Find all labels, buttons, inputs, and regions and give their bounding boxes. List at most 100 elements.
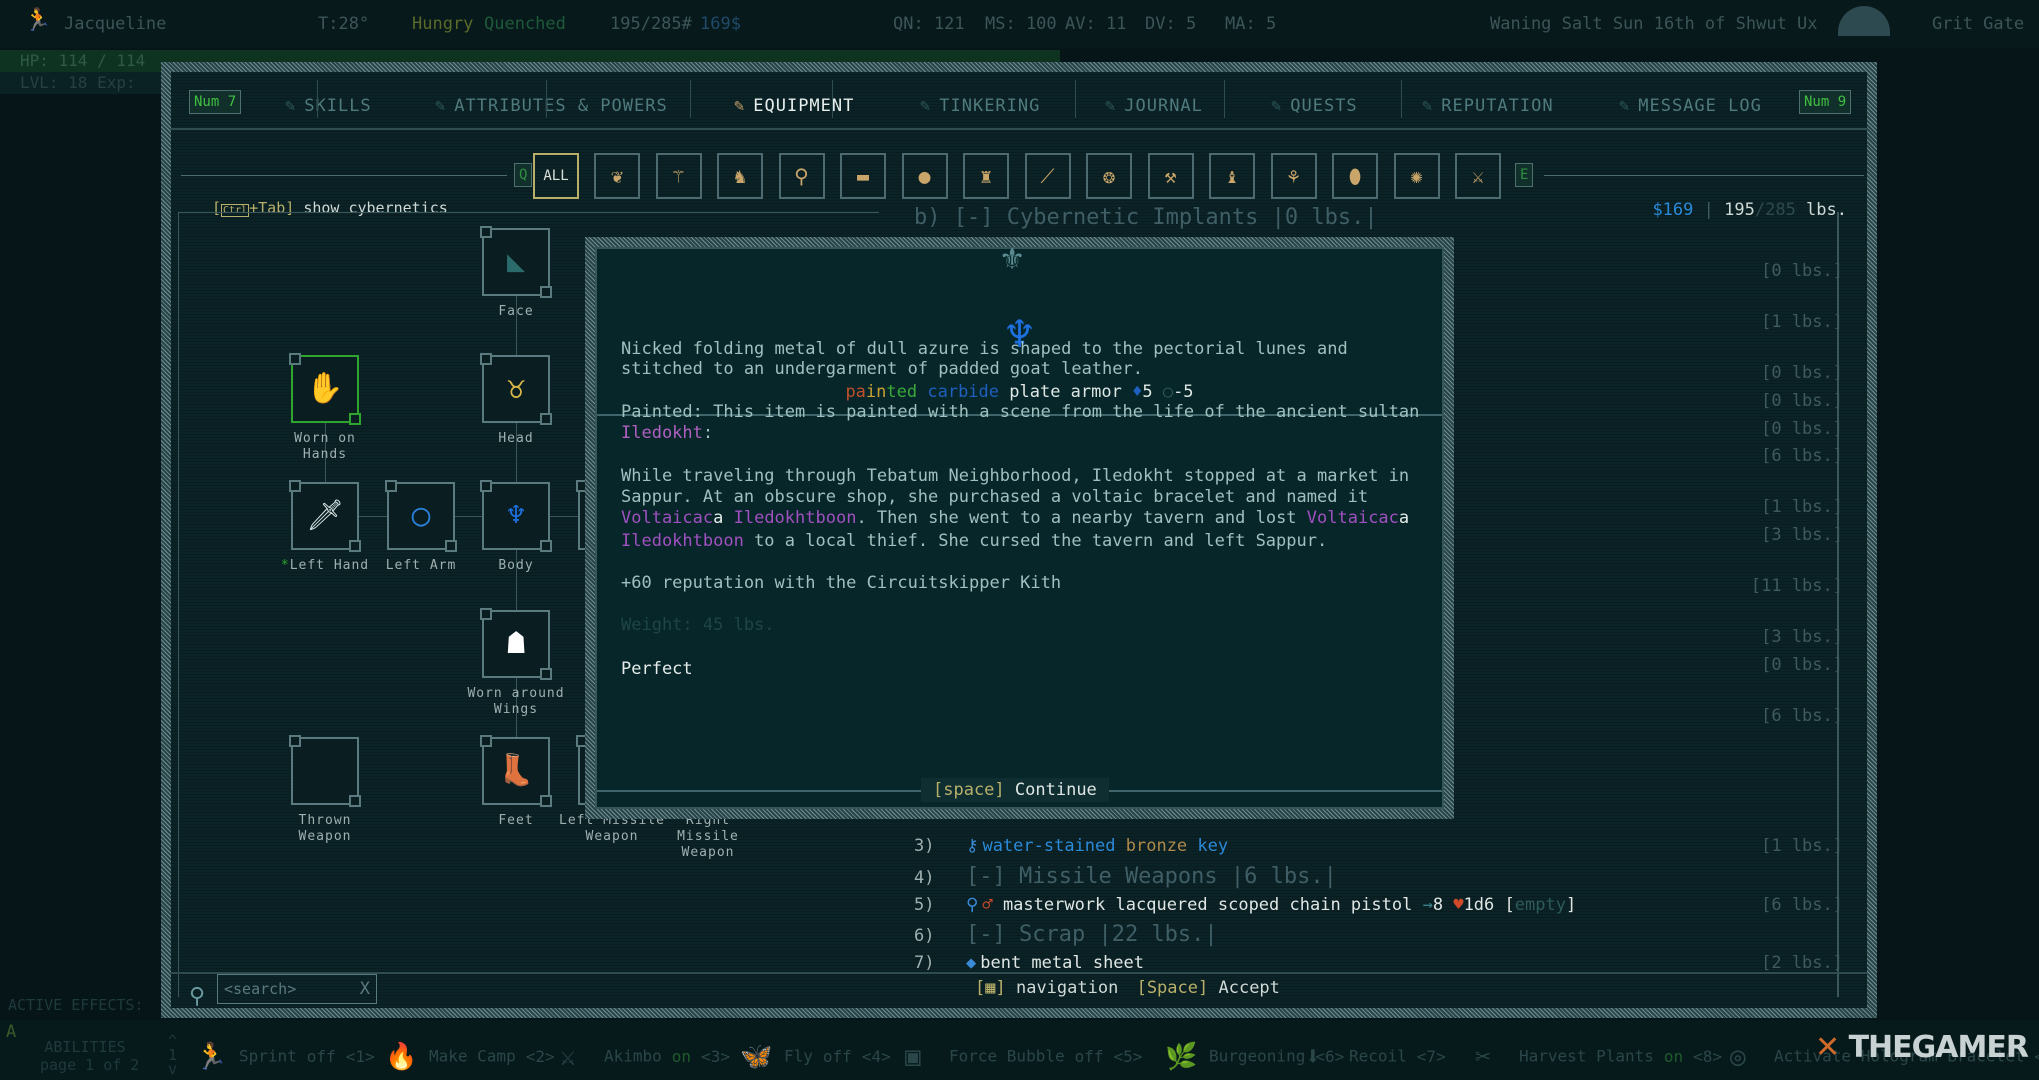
dpad-icon: [▦] xyxy=(975,978,1006,998)
ability-hotkey: <8> xyxy=(1693,1046,1723,1066)
slot-head[interactable]: ♉ xyxy=(480,353,552,425)
description-line: Nicked folding metal of dull azure is sh… xyxy=(621,339,1348,360)
category-cybernetic-implants[interactable]: b) [-] Cybernetic Implants |0 lbs.| xyxy=(914,206,1378,230)
slot-worn-on-hands[interactable]: ✋ xyxy=(289,353,361,425)
body-item-icon: ♆ xyxy=(506,498,526,533)
next-filter-key[interactable]: E xyxy=(1515,163,1534,187)
slot-label: Feet xyxy=(461,813,571,829)
navigation-hint: navigation xyxy=(1015,978,1119,998)
message-log-icon: ✎ xyxy=(1619,96,1631,116)
game-date: Waning Salt Sun 16th of Shwut Ux xyxy=(1490,14,1818,34)
tab-divider xyxy=(1401,80,1402,118)
filter-category-1-icon[interactable]: ❦ xyxy=(594,153,640,199)
slot-thrown-weapon[interactable] xyxy=(289,735,361,807)
filter-category-11-icon[interactable]: ♝ xyxy=(1209,153,1255,199)
inventory-item-row[interactable]: 3) ⚷ water-stained bronze key xyxy=(914,836,1228,856)
slot-connector xyxy=(455,516,482,517)
filter-category-2-icon[interactable]: ⚚ xyxy=(655,153,702,199)
tab-journal[interactable]: ✎ JOURNAL xyxy=(1105,96,1203,116)
tab-tinkering[interactable]: ✎ TINKERING xyxy=(920,96,1040,116)
tab-message-log[interactable]: ✎ MESSAGE LOG xyxy=(1619,96,1762,116)
slot-body[interactable]: ♆ xyxy=(480,480,552,552)
slot-connector xyxy=(359,516,387,517)
tab-quests[interactable]: ✎ QUESTS xyxy=(1271,96,1358,116)
filter-category-15-icon[interactable]: ⚔ xyxy=(1455,153,1501,199)
filter-category-3-icon[interactable]: ♞ xyxy=(717,153,763,199)
thirst-status: Quenched xyxy=(484,14,566,34)
continue-key: [space] xyxy=(933,780,1005,800)
filter-category-10-icon[interactable]: ⚒ xyxy=(1147,153,1194,199)
filter-category-9-icon[interactable]: ❂ xyxy=(1086,153,1132,199)
slot-left-hand[interactable]: 🗡 xyxy=(289,480,361,552)
left-hand-item-icon: 🗡 xyxy=(305,498,345,533)
accept-button[interactable]: Accept xyxy=(1218,978,1279,998)
slot-label-text: Feet xyxy=(498,813,534,828)
description-line: Weight: 45 lbs. xyxy=(621,615,775,636)
slot-worn-around-wings[interactable]: ☗ xyxy=(480,608,552,680)
key-icon: ⚷ xyxy=(966,836,979,856)
filter-category-12-icon[interactable]: ⚘ xyxy=(1270,153,1317,199)
description-text: While traveling through Tebatum Neighbor… xyxy=(621,466,1410,486)
ability-state: off xyxy=(1074,1046,1104,1066)
slot-feet[interactable]: 👢 xyxy=(480,735,552,807)
description-line: Painted: This item is painted with a sce… xyxy=(621,402,1419,423)
filter-category-7-icon[interactable]: ♜ xyxy=(963,153,1009,199)
inventory-item-row[interactable]: 7) ◆ bent metal sheet xyxy=(914,953,1144,973)
inventory-item-row[interactable]: 5) ⚲ ♂ masterwork lacquered scoped chain p… xyxy=(914,895,1576,915)
ability-name: Recoil xyxy=(1349,1046,1407,1066)
tab-divider xyxy=(690,80,691,118)
search-input[interactable]: <search> X xyxy=(217,974,377,1004)
filter-category-5-icon[interactable]: ▬ xyxy=(840,153,886,199)
tab-attributes-powers[interactable]: ✎ ATTRIBUTES & POWERS xyxy=(435,96,668,116)
slot-label-text: Face xyxy=(498,304,534,319)
item-name-part: bronze xyxy=(1125,836,1198,856)
ability-page-stepper[interactable]: ^ 1 v xyxy=(168,1034,178,1077)
ability-fly[interactable]: 🦋 Fly off <4> xyxy=(740,1042,891,1072)
ability-sprint[interactable]: 🏃 Sprint off <1> xyxy=(195,1042,375,1072)
filter-category-14-icon[interactable]: ✺ xyxy=(1393,153,1440,199)
abilities-title: ABILITIES xyxy=(44,1038,126,1056)
tab-skills[interactable]: ✎ SKILLS xyxy=(285,96,372,116)
clear-search-button[interactable]: X xyxy=(360,979,370,999)
category-row[interactable]: 6) [-] Scrap |22 lbs.| xyxy=(914,922,1218,947)
slot-label-text: Worn on Hands xyxy=(294,431,356,462)
item-weight: [0 lbs.] xyxy=(1761,363,1843,383)
filter-category-4-icon[interactable]: ⚲ xyxy=(778,153,825,199)
page-number: 1 xyxy=(168,1046,178,1064)
slot-left-arm[interactable]: ◯ xyxy=(385,480,457,552)
ability-bar: ACTIVE EFFECTS: A ABILITIES page 1 of 2 … xyxy=(0,996,2039,1080)
mental-armor: MA: 5 xyxy=(1225,14,1277,34)
ability-force-bubble[interactable]: ▣ Force Bubble off <5> xyxy=(905,1042,1142,1072)
tinkering-icon: ✎ xyxy=(920,96,932,116)
next-tab-key[interactable]: Num 9 xyxy=(1799,90,1852,114)
item-name-part: ♥ xyxy=(1453,895,1464,915)
tab-divider xyxy=(832,80,833,118)
item-weight: [0 lbs.] xyxy=(1761,261,1843,281)
filter-category-6-icon[interactable]: ● xyxy=(901,153,948,199)
ability-make-camp[interactable]: 🔥 Make Camp <2> xyxy=(385,1042,555,1072)
tab-reputation[interactable]: ✎ REPUTATION xyxy=(1422,96,1554,116)
slot-face[interactable]: ◣ xyxy=(480,226,552,298)
prev-filter-key[interactable]: Q xyxy=(514,163,533,187)
ability-harvest-plants[interactable]: ✂ Harvest Plants on <8> xyxy=(1475,1042,1722,1072)
description-text: Sappur. At an obscure shop, she purchase… xyxy=(621,487,1369,507)
tab-divider xyxy=(1224,80,1225,118)
continue-button[interactable]: [space] Continue xyxy=(921,778,1109,802)
description-text: Voltaicac xyxy=(621,508,714,528)
filter-all[interactable]: ALL xyxy=(533,153,579,199)
ability-akimbo[interactable]: ⚔ Akimbo on <3> xyxy=(560,1042,730,1072)
tab-label: ATTRIBUTES & POWERS xyxy=(454,96,668,116)
filter-category-8-icon[interactable]: ⟋ xyxy=(1024,153,1071,199)
prev-tab-key[interactable]: Num 7 xyxy=(189,90,242,114)
category-row[interactable]: 4) [-] Missile Weapons |6 lbs.| xyxy=(914,864,1337,889)
ability-recoil[interactable]: ⬇ Recoil <7> xyxy=(1305,1042,1446,1072)
tab-equipment[interactable]: ✎ EQUIPMENT xyxy=(734,96,854,116)
ability-hotkey: <7> xyxy=(1416,1046,1446,1066)
tab-label: REPUTATION xyxy=(1441,96,1554,116)
slot-label-text: Left Hand xyxy=(289,558,370,573)
equipped-marker: * xyxy=(280,558,290,573)
item-weight: [1 lbs.] xyxy=(1761,497,1843,517)
ability-icon: ⬇ xyxy=(1305,1042,1321,1072)
ability-state: off xyxy=(822,1046,852,1066)
filter-category-13-icon[interactable]: ⬮ xyxy=(1332,153,1378,199)
